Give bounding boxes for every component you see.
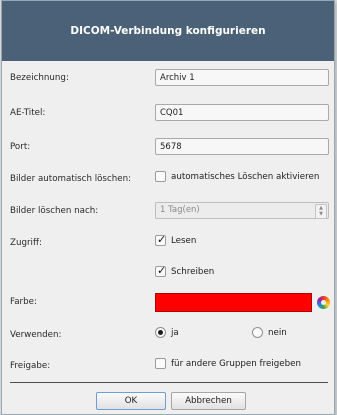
spinner-arrows-icon: ▲ ▼ [315,204,327,219]
farbe-label: Farbe: [10,297,37,307]
radio-selected-icon[interactable] [155,327,166,338]
row-farbe: Farbe: [2,293,334,315]
auto-loeschen-checkbox[interactable] [155,171,166,182]
verwenden-radio-nein[interactable]: nein [252,327,287,338]
ae-titel-input[interactable] [155,104,329,121]
ok-button[interactable]: OK [96,392,166,410]
zugriff-label: Zugriff: [10,238,42,248]
row-zugriff: Zugriff: ✓ Lesen [2,233,334,255]
freigabe-toggle[interactable]: für andere Gruppen freigeben [155,358,301,369]
ae-titel-label: AE-Titel: [10,108,46,118]
verwenden-ja-label[interactable]: ja [171,328,179,338]
cancel-button[interactable]: Abbrechen [171,392,246,410]
auto-loeschen-checkbox-label[interactable]: automatisches Löschen aktivieren [171,172,319,182]
bezeichnung-input[interactable] [155,69,329,86]
row-port: Port: [2,137,334,159]
checkmark-icon: ✓ [157,233,167,246]
row-ae-titel: AE-Titel: [2,103,334,125]
verwenden-nein-label[interactable]: nein [268,328,287,338]
auto-loeschen-toggle[interactable]: automatisches Löschen aktivieren [155,171,319,182]
row-loeschen-nach: Bilder löschen nach: 1 Tag(en) ▲ ▼ [2,201,334,223]
loeschen-nach-spinner: 1 Tag(en) ▲ ▼ [155,202,329,219]
row-bezeichnung: Bezeichnung: [2,68,334,90]
radio-unselected-icon[interactable] [252,327,263,338]
auto-loeschen-label: Bilder automatisch löschen: [10,174,132,184]
color-wheel-icon[interactable] [317,296,330,309]
verwenden-label: Verwenden: [10,330,62,340]
lesen-toggle[interactable]: ✓ Lesen [155,233,196,246]
freigabe-checkbox[interactable] [155,358,166,369]
freigabe-label: Freigabe: [10,361,51,371]
freigabe-checkbox-label[interactable]: für andere Gruppen freigeben [171,359,301,369]
schreiben-label[interactable]: Schreiben [171,267,214,277]
color-swatch[interactable] [155,293,312,312]
port-input[interactable] [155,138,329,155]
row-freigabe: Freigabe: für andere Gruppen freigeben [2,356,334,378]
dialog-title: DICOM-Verbindung konfigurieren [2,1,334,61]
lesen-label[interactable]: Lesen [171,236,196,246]
row-verwenden: Verwenden: ja nein [2,325,334,347]
row-schreiben: ✓ Schreiben [2,264,334,286]
dicom-config-dialog: DICOM-Verbindung konfigurieren Bezeichnu… [1,0,335,415]
checkmark-icon: ✓ [157,264,167,277]
row-auto-loeschen: Bilder automatisch löschen: automatische… [2,169,334,191]
lesen-checkbox[interactable]: ✓ [155,233,167,246]
loeschen-nach-value: 1 Tag(en) [160,205,200,215]
schreiben-toggle[interactable]: ✓ Schreiben [155,264,214,277]
bezeichnung-label: Bezeichnung: [10,73,69,83]
schreiben-checkbox[interactable]: ✓ [155,264,167,277]
loeschen-nach-label: Bilder löschen nach: [10,206,99,216]
verwenden-radio-ja[interactable]: ja [155,327,179,338]
port-label: Port: [10,142,31,152]
footer-divider [10,382,328,383]
